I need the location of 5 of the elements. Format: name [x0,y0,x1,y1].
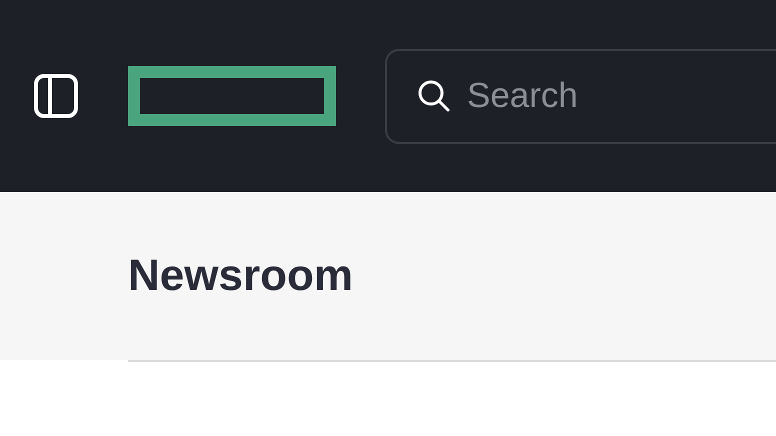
page-title: Newsroom [128,251,353,301]
search-field[interactable]: Search [385,48,776,144]
sidebar-toggle-icon[interactable] [34,74,78,118]
logo[interactable] [128,66,336,126]
search-icon [417,78,451,112]
